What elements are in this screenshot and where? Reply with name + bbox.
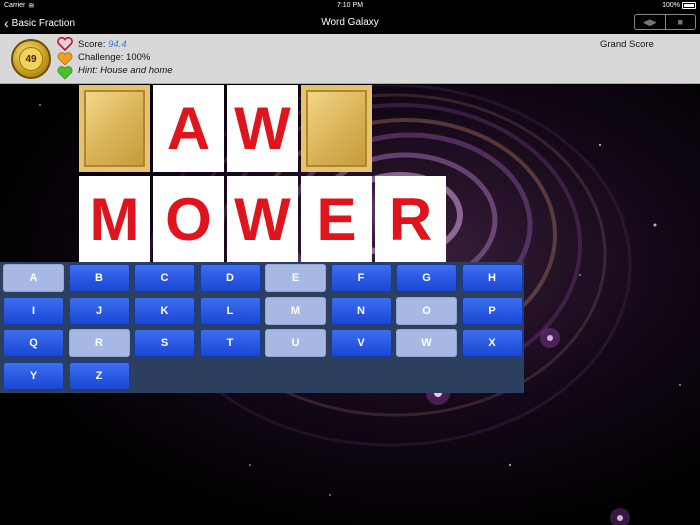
- key-y[interactable]: Y: [3, 361, 64, 390]
- key-b[interactable]: B: [68, 264, 130, 292]
- battery-icon: [682, 2, 696, 9]
- nav-bar: ‹ Basic Fraction Word Galaxy ◀▶ ■: [0, 12, 700, 34]
- nav-tools-segment: ◀▶ ■: [634, 14, 696, 30]
- coin-value: 49: [19, 47, 43, 71]
- heart-outline-icon: [57, 37, 73, 51]
- key-z[interactable]: Z: [68, 361, 130, 390]
- key-x[interactable]: X: [461, 329, 523, 357]
- heart-green-icon: [57, 66, 73, 80]
- key-g[interactable]: G: [396, 264, 457, 292]
- score-value: 94.4: [108, 39, 127, 50]
- grand-score-label: Grand Score: [600, 39, 654, 50]
- score-panel: 49 Score: 94.4 Challenge: 100% Hint: Hou…: [0, 34, 700, 84]
- key-s[interactable]: S: [134, 329, 195, 357]
- key-k[interactable]: K: [134, 296, 195, 325]
- key-q[interactable]: Q: [3, 329, 64, 357]
- letter-tile: W: [227, 176, 298, 263]
- key-m[interactable]: M: [265, 296, 326, 325]
- blank-tile: [301, 85, 372, 172]
- key-w[interactable]: W: [396, 329, 457, 357]
- key-r[interactable]: R: [68, 329, 130, 357]
- letter-tile: E: [301, 176, 372, 263]
- key-f[interactable]: F: [330, 264, 392, 292]
- key-d[interactable]: D: [199, 264, 261, 292]
- letter-keyboard: ABCDEFGH IJKLMNOP QRSTUVWX YZ: [0, 262, 524, 393]
- challenge-label: Challenge: 100%: [78, 52, 151, 63]
- key-i[interactable]: I: [3, 296, 64, 325]
- battery-percent: 100%: [662, 2, 680, 9]
- key-l[interactable]: L: [199, 296, 261, 325]
- key-e[interactable]: E: [265, 264, 326, 292]
- page-title: Word Galaxy: [321, 17, 379, 28]
- key-t[interactable]: T: [199, 329, 261, 357]
- heart-orange-icon: [57, 52, 73, 66]
- letter-tile: M: [79, 176, 150, 263]
- score-label: Score:: [78, 39, 106, 50]
- letter-tile: O: [153, 176, 224, 263]
- key-h[interactable]: H: [461, 264, 523, 292]
- letter-tile: R: [375, 176, 446, 263]
- coin-badge: 49: [11, 39, 51, 79]
- key-n[interactable]: N: [330, 296, 392, 325]
- key-j[interactable]: J: [68, 296, 130, 325]
- key-c[interactable]: C: [134, 264, 195, 292]
- stop-icon[interactable]: ■: [664, 15, 696, 29]
- letter-tile: A: [153, 85, 224, 172]
- hint-label: Hint: House and home: [78, 65, 173, 76]
- score-line: Score: 94.4: [78, 39, 127, 50]
- blank-tile: [79, 85, 150, 172]
- key-p[interactable]: P: [461, 296, 523, 325]
- key-a[interactable]: A: [3, 264, 64, 292]
- key-u[interactable]: U: [265, 329, 326, 357]
- status-time: 7:10 PM: [336, 2, 364, 9]
- key-o[interactable]: O: [396, 296, 457, 325]
- key-v[interactable]: V: [330, 329, 392, 357]
- arrows-icon[interactable]: ◀▶: [635, 15, 665, 29]
- letter-tile: W: [227, 85, 298, 172]
- status-bar: Carrier ≊ 7:10 PM 100%: [0, 0, 700, 12]
